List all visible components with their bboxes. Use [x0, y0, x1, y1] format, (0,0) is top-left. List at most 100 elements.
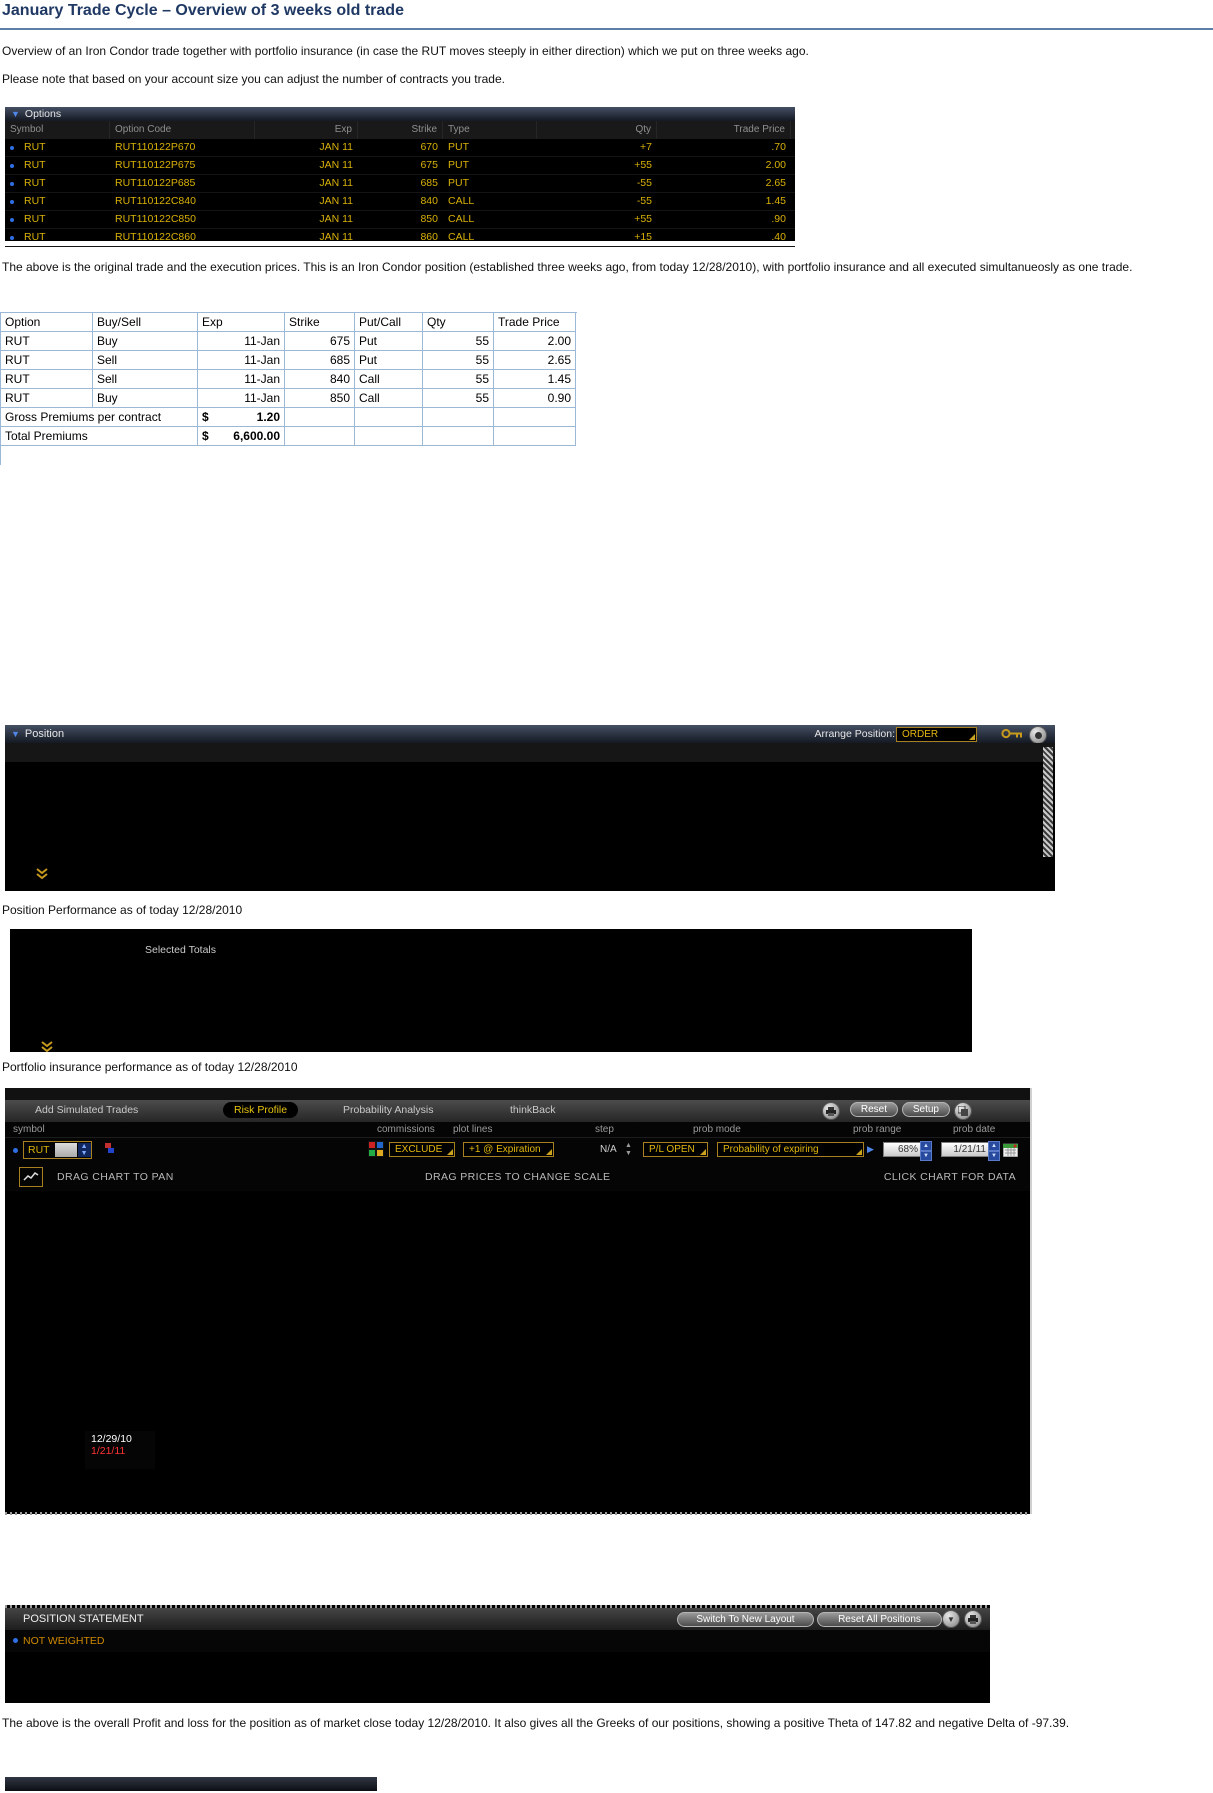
options-table-row[interactable]: RUTRUT110122P685JAN 11685PUT-552.65 [5, 175, 795, 193]
options-panel: ▼ Options SymbolOption CodeExpStrikeType… [5, 107, 795, 241]
sheet-cell [494, 427, 576, 446]
step-label: step [595, 1124, 614, 1135]
scroll-more-bar[interactable] [5, 867, 1055, 880]
row-marker-icon [5, 211, 19, 228]
risk-chart-plot[interactable] [75, 1194, 1025, 1488]
copy-layout-icon[interactable] [954, 1102, 972, 1120]
tab-thinkback[interactable]: thinkBack [510, 1104, 556, 1116]
position-statement-panel: POSITION STATEMENT Switch To New Layout … [5, 1605, 990, 1703]
prob-expander-icon[interactable]: ▶ [867, 1144, 874, 1155]
options-table-row[interactable]: RUTRUT110122P670JAN 11670PUT+7.70 [5, 139, 795, 157]
sheet-cell [423, 427, 494, 446]
print-icon[interactable] [822, 1102, 840, 1120]
sheet-cell: 55 [423, 332, 494, 351]
step-spinner[interactable]: ▲▼ [625, 1142, 632, 1158]
risk-chart[interactable]: 12/29/10 1/21/11 [5, 1191, 1030, 1511]
symbol-swatch [55, 1143, 77, 1157]
prob-mode-dropdown[interactable]: Probability of expiring [717, 1142, 864, 1157]
statement-header-row: NOT WEIGHTED [5, 1630, 990, 1652]
position-panel-titlebar[interactable]: ▼ Position Arrange Position: ORDER [5, 725, 1055, 743]
options-column-header: Qty [537, 121, 657, 139]
scrollbar[interactable] [1043, 747, 1053, 857]
sheet-cell [355, 408, 423, 427]
prob-range-input[interactable]: 68% [883, 1142, 923, 1157]
print-icon[interactable] [964, 1610, 982, 1628]
options-cell: .40 [657, 229, 791, 246]
trade-spreadsheet: OptionBuy/SellExpStrikePut/CallQtyTrade … [0, 312, 577, 465]
options-table-row[interactable]: RUTRUT110122P675JAN 11675PUT+552.00 [5, 157, 795, 175]
options-cell: 840 [358, 193, 443, 210]
reset-button[interactable]: Reset [850, 1102, 898, 1117]
risk-profile-panel: Add Simulated Trades Risk Profile Probab… [5, 1088, 1032, 1514]
symbol-input[interactable]: RUT ▲▼ [23, 1141, 92, 1159]
options-cell: RUT110122C860 [110, 229, 255, 246]
sheet-row[interactable]: RUTSell11-Jan685Put552.65 [1, 351, 577, 370]
sheet-row[interactable]: Total Premiums$6,600.00 [1, 427, 577, 446]
sheet-row[interactable]: RUTSell11-Jan840Call551.45 [1, 370, 577, 389]
sheet-cell: 11-Jan [198, 370, 285, 389]
plot-lines-dropdown[interactable]: +1 @ Expiration [463, 1142, 554, 1157]
options-column-header: Trade Price [657, 121, 791, 139]
options-cell: JAN 11 [255, 211, 358, 228]
options-panel-titlebar[interactable]: ▼ Options [5, 107, 795, 121]
symbol-dropdown-arrows[interactable]: ▲▼ [78, 1143, 91, 1157]
prob-range-spinner[interactable]: ▲▼ [920, 1141, 932, 1161]
tab-add-simulated-trades[interactable]: Add Simulated Trades [35, 1104, 138, 1116]
prob-date-input[interactable]: 1/21/11 [941, 1142, 991, 1157]
options-cell: 2.00 [657, 157, 791, 174]
options-cell: RUT [19, 175, 110, 192]
switch-layout-button[interactable]: Switch To New Layout [677, 1612, 814, 1627]
t​ab-probability-analysis[interactable]: Probability Analysis [343, 1104, 433, 1116]
sheet-cell: 11-Jan [198, 332, 285, 351]
chevron-down-icon[interactable]: ▼ [942, 1610, 960, 1628]
options-table-row[interactable]: RUTRUT110122C860JAN 11860CALL+15.40 [5, 229, 795, 247]
sheet-row[interactable]: RUTBuy11-Jan675Put552.00 [1, 332, 577, 351]
prob-date-spinner[interactable]: ▲▼ [988, 1141, 1000, 1161]
collapse-triangle-icon[interactable]: ▼ [11, 729, 20, 739]
double-chevron-down-icon [38, 1041, 56, 1053]
collapse-triangle-icon[interactable]: ▼ [11, 109, 20, 119]
chart-mode-icon[interactable] [19, 1167, 43, 1187]
options-column-header: Symbol [5, 121, 110, 139]
panel-menu-button[interactable] [1029, 726, 1047, 744]
sheet-cell: Buy [93, 389, 198, 408]
key-icon[interactable] [1001, 728, 1023, 742]
hint-pan: DRAG CHART TO PAN [57, 1171, 174, 1183]
calendar-icon[interactable] [1003, 1142, 1018, 1162]
commissions-dropdown[interactable]: EXCLUDE [389, 1142, 455, 1157]
scroll-more-bar[interactable] [10, 1040, 972, 1053]
chevron-glyph: ▼ [947, 1615, 955, 1624]
hints-row: DRAG CHART TO PAN DRAG PRICES TO CHANGE … [5, 1164, 1030, 1191]
selected-totals-row[interactable]: Selected Totals [10, 942, 972, 959]
options-cell: 685 [358, 175, 443, 192]
amount-value: 1.20 [257, 408, 280, 426]
row-marker-icon [5, 193, 19, 210]
options-column-header: Option Code [110, 121, 255, 139]
position-columns-header [5, 743, 1055, 762]
sheet-cell: 1.45 [494, 370, 576, 389]
sheet-cell [285, 427, 355, 446]
options-cell: .70 [657, 139, 791, 156]
tab-risk-profile[interactable]: Risk Profile [223, 1102, 298, 1118]
options-cell: 670 [358, 139, 443, 156]
options-cell: RUT110122C840 [110, 193, 255, 210]
setup-button[interactable]: Setup [902, 1102, 950, 1117]
sheet-row[interactable]: RUTBuy11-Jan850Call550.90 [1, 389, 577, 408]
options-cell: +15 [537, 229, 657, 246]
pl-mode-dropdown[interactable]: P/L OPEN [643, 1142, 708, 1157]
sheet-cell: 55 [423, 389, 494, 408]
options-table-row[interactable]: RUTRUT110122C850JAN 11850CALL+55.90 [5, 211, 795, 229]
position-panel-title: Position [25, 728, 64, 740]
options-table-row[interactable]: RUTRUT110122C840JAN 11840CALL-551.45 [5, 193, 795, 211]
sheet-row[interactable]: Gross Premiums per contract$1.20 [1, 408, 577, 427]
risk-tabbar: Add Simulated Trades Risk Profile Probab… [5, 1100, 1030, 1122]
sheet-cell [423, 408, 494, 427]
options-cell: RUT110122P670 [110, 139, 255, 156]
sheet-row[interactable] [1, 446, 577, 465]
symbol-flag-icon[interactable] [105, 1142, 114, 1160]
commissions-grid-icon[interactable] [368, 1141, 384, 1162]
arrange-position-dropdown[interactable]: ORDER [896, 727, 977, 742]
reset-positions-button[interactable]: Reset All Positions [817, 1612, 942, 1627]
double-chevron-down-icon [33, 868, 51, 880]
sheet-amount-cell: $1.20 [198, 408, 285, 427]
